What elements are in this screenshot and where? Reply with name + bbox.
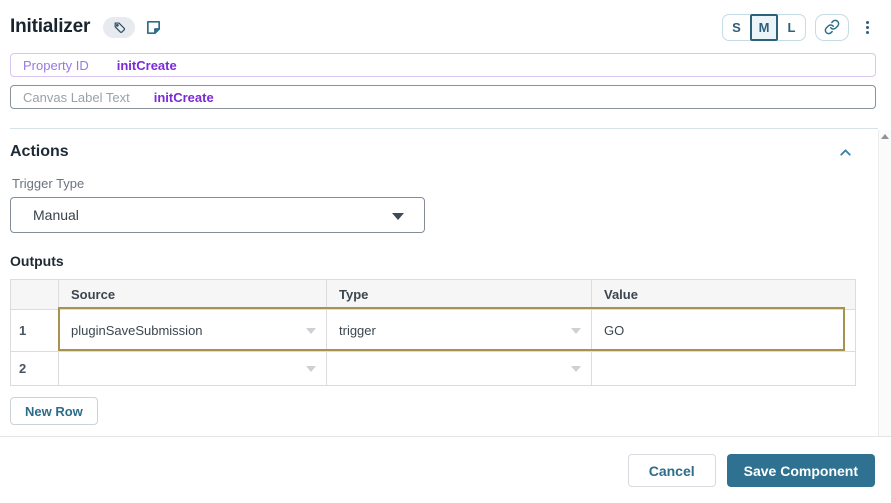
link-button[interactable]	[815, 13, 849, 41]
tag-icon	[113, 21, 126, 34]
scroll-up-arrow-icon[interactable]	[881, 134, 889, 139]
source-select-cell[interactable]: pluginSaveSubmission	[58, 309, 327, 352]
table-header-row: Source Type Value	[10, 279, 856, 310]
value-input-cell[interactable]: GO	[591, 309, 856, 352]
source-column-header: Source	[58, 279, 327, 310]
kebab-menu-icon	[865, 20, 869, 34]
table-row: 2	[10, 351, 856, 386]
page-title: Initializer	[10, 16, 91, 37]
value-input-cell[interactable]	[591, 351, 856, 386]
chevron-down-icon	[306, 365, 316, 372]
notes-button[interactable]	[145, 19, 162, 36]
chevron-down-icon	[571, 365, 581, 372]
outputs-title: Outputs	[10, 253, 64, 269]
more-options-button[interactable]	[858, 14, 876, 41]
header-toolbar: S M L	[722, 13, 876, 41]
chevron-up-icon	[837, 144, 854, 161]
component-config-panel: Initializer S M L Property ID initCreate…	[10, 0, 878, 425]
property-id-label: Property ID	[23, 57, 89, 73]
size-large-button[interactable]: L	[778, 13, 806, 41]
actions-section-title: Actions	[10, 143, 69, 160]
panel-size-toggle: S M L	[722, 13, 806, 41]
size-medium-button[interactable]: M	[750, 13, 778, 41]
type-column-header: Type	[326, 279, 592, 310]
type-select-cell[interactable]: trigger	[326, 309, 592, 352]
source-value: pluginSaveSubmission	[71, 323, 203, 338]
chevron-down-icon	[392, 213, 404, 220]
chevron-down-icon	[306, 327, 316, 334]
row-number: 2	[10, 351, 59, 386]
link-icon	[824, 19, 840, 35]
type-value: trigger	[339, 323, 376, 338]
note-icon	[145, 19, 162, 36]
panel-header: Initializer S M L	[10, 13, 876, 41]
type-select-cell[interactable]	[326, 351, 592, 386]
table-row: 1 pluginSaveSubmission trigger GO	[10, 309, 856, 352]
new-row-button[interactable]: New Row	[10, 397, 98, 425]
trigger-type-label: Trigger Type	[12, 176, 85, 191]
value-column-header: Value	[591, 279, 856, 310]
property-id-value: initCreate	[116, 57, 177, 73]
source-select-cell[interactable]	[58, 351, 327, 386]
save-component-button[interactable]: Save Component	[726, 454, 875, 487]
footer-actions: Cancel Save Component	[627, 454, 875, 487]
canvas-label-text-value: initCreate	[153, 89, 214, 105]
row-number: 1	[10, 309, 59, 352]
property-id-field[interactable]: Property ID initCreate	[10, 53, 876, 77]
actions-section-header: Actions	[10, 143, 876, 161]
cancel-button[interactable]: Cancel	[627, 454, 716, 487]
canvas-label-field[interactable]: Canvas Label Text initCreate	[10, 85, 876, 109]
chevron-down-icon	[571, 327, 581, 334]
canvas-label-text-label: Canvas Label Text	[23, 89, 130, 105]
value-text: GO	[604, 323, 625, 338]
tag-button[interactable]	[103, 16, 136, 38]
outputs-table: Source Type Value 1 pluginSaveSubmission…	[10, 279, 856, 386]
vertical-scrollbar[interactable]	[878, 130, 891, 436]
trigger-type-select[interactable]: Manual	[10, 197, 425, 233]
footer-divider	[0, 436, 891, 437]
collapse-section-button[interactable]	[837, 144, 854, 161]
row-number-header	[10, 279, 59, 310]
section-divider	[10, 128, 878, 129]
size-small-button[interactable]: S	[722, 13, 750, 41]
trigger-type-selected-value: Manual	[33, 207, 79, 223]
